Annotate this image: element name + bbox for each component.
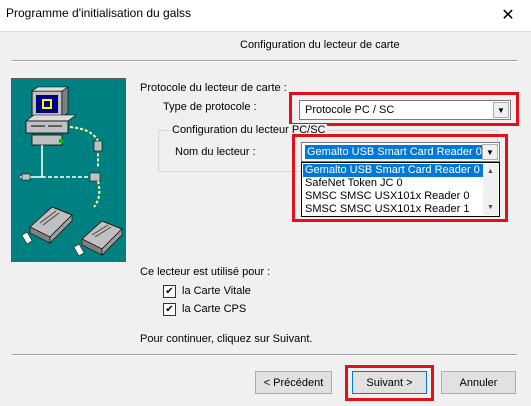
title-separator — [0, 31, 531, 32]
cancel-button[interactable]: Annuler — [441, 371, 516, 394]
vitale-checkbox[interactable]: ✔ — [163, 285, 176, 298]
header-divider — [12, 60, 517, 62]
usage-label: Ce lecteur est utilisé pour : — [140, 266, 271, 278]
window-title: Programme d'initialisation du galss — [6, 6, 192, 20]
close-icon[interactable]: ✕ — [485, 0, 531, 30]
title-bar: Programme d'initialisation du galss ✕ — [0, 0, 531, 31]
page-subtitle: Configuration du lecteur de carte — [240, 39, 400, 51]
reader-name-label: Nom du lecteur : — [175, 146, 256, 158]
next-highlight-box — [345, 365, 434, 401]
protocol-section-label: Protocole du lecteur de carte : — [140, 82, 287, 94]
footer-divider — [12, 354, 517, 356]
dialog-client: Configuration du lecteur de carte Protoc… — [0, 31, 531, 406]
reader-highlight-box — [292, 134, 508, 222]
vitale-label: la Carte Vitale — [182, 285, 251, 297]
protocol-highlight-box — [289, 92, 519, 126]
previous-button[interactable]: < Précédent — [255, 371, 332, 394]
computer-card-reader-icon — [11, 78, 126, 262]
protocol-type-label: Type de protocole : — [163, 101, 257, 113]
cps-checkbox[interactable]: ✔ — [163, 303, 176, 316]
cps-label: la Carte CPS — [182, 303, 247, 315]
instruction-text: Pour continuer, cliquez sur Suivant. — [140, 333, 313, 345]
